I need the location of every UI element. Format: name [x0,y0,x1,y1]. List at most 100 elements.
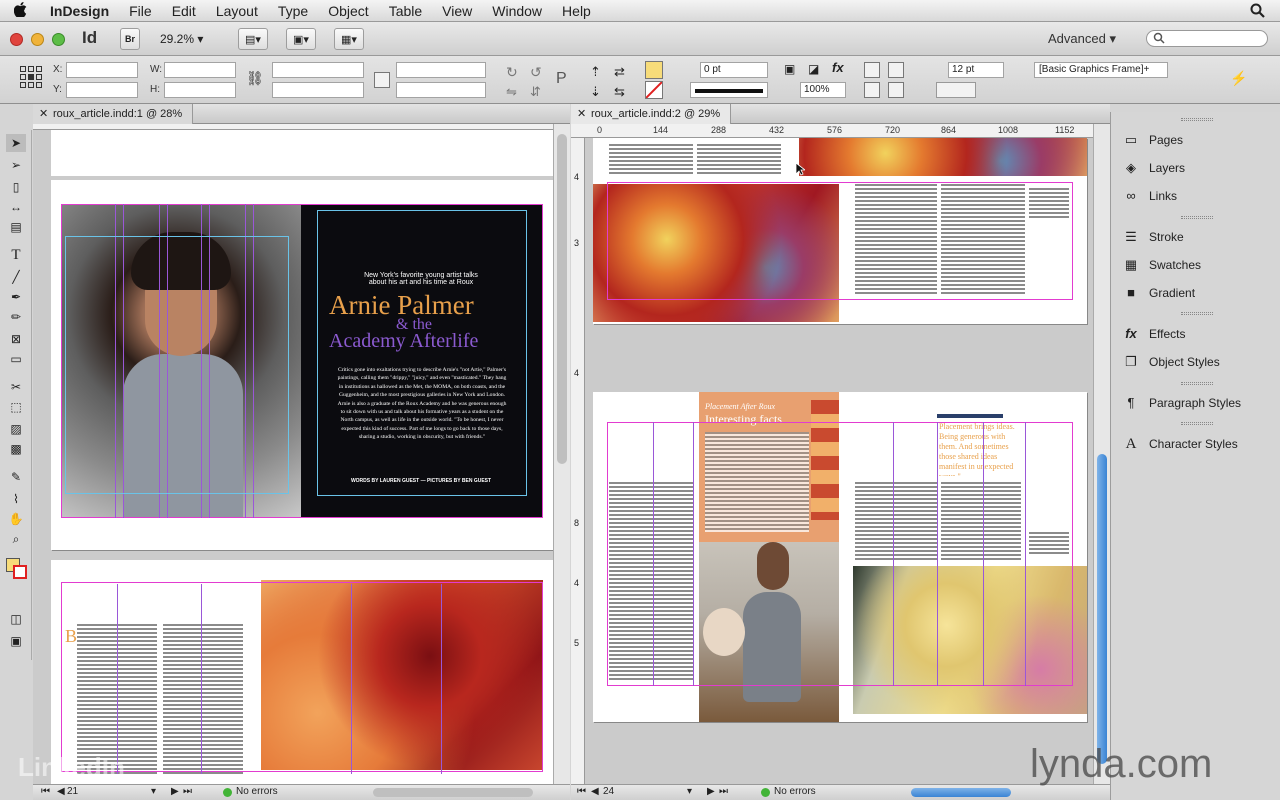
painting-strip[interactable] [799,138,1087,176]
pen-tool-icon[interactable]: ✒ [6,288,26,306]
panel-group-grip[interactable] [1181,216,1213,219]
zoom-tool-icon[interactable]: ⌕ [6,530,26,548]
document-tab-left[interactable]: ✕ roux_article.indd:1 @ 28% [33,104,194,124]
panel-effects[interactable]: fx Effects [1121,323,1185,345]
pasteboard-left[interactable]: New York's favorite young artist talks a… [33,124,553,784]
page-number-field[interactable]: 24 [603,786,614,797]
vertical-scrollbar-left[interactable] [553,124,570,784]
line-tool-icon[interactable]: ╱ [6,268,26,286]
y-position-field[interactable] [66,82,138,98]
text-wrap-jump-icon[interactable] [888,82,904,98]
horizontal-scroll-thumb[interactable] [911,788,1011,797]
panel-layers[interactable]: ◈ Layers [1121,157,1185,179]
rectangle-tool-icon[interactable]: ▭ [6,350,26,368]
page-dropdown-icon[interactable]: ▾ [151,786,156,797]
next-page-icon[interactable]: ▶ [171,786,179,797]
height-field[interactable] [164,82,236,98]
x-position-field[interactable] [66,62,138,78]
page-dropdown-icon[interactable]: ▾ [687,786,692,797]
text-wrap-bbox-icon[interactable] [888,62,904,78]
select-previous-icon[interactable]: ⇄ [614,64,625,80]
type-direction-glyph[interactable]: P [556,70,567,88]
page-spread-1[interactable]: New York's favorite young artist talks a… [51,180,553,550]
scale-x-field[interactable] [272,62,364,78]
gradient-swatch-tool-icon[interactable]: ▨ [6,420,26,438]
panel-stroke[interactable]: ☰ Stroke [1121,226,1184,248]
zoom-level[interactable]: 29.2% ▾ [160,32,203,46]
rotate-cw-icon[interactable]: ↻ [506,64,518,81]
prev-page-icon[interactable]: ◀ [57,786,65,797]
menu-window[interactable]: Window [482,0,552,22]
gutter-field[interactable]: 12 pt [948,62,1004,78]
shadow-icon[interactable]: ◪ [808,62,819,76]
panel-group-grip[interactable] [1181,312,1213,315]
page-spread-4[interactable]: Placement After Roux Interesting facts P… [593,392,1087,722]
page-tool-icon[interactable]: ▯ [6,178,26,196]
object-style-dropdown[interactable]: [Basic Graphics Frame]+ [1034,62,1168,78]
flip-horizontal-icon[interactable]: ⇋ [506,84,517,100]
panel-links[interactable]: ∞ Links [1121,185,1177,207]
reference-point-icon[interactable] [20,66,42,88]
selection-tool-icon[interactable]: ➤ [6,134,26,152]
hand-tool-icon[interactable]: ✋ [6,510,26,528]
horizontal-scroll-thumb[interactable] [373,788,533,797]
page-spread-3[interactable] [593,138,1087,324]
panel-character-styles[interactable]: A Character Styles [1121,433,1238,455]
stroke-color-icon[interactable] [13,565,27,579]
width-field[interactable] [164,62,236,78]
last-page-icon[interactable]: ⏭ [719,786,728,797]
apple-menu-icon[interactable] [0,1,40,20]
rectangle-frame-tool-icon[interactable]: ⊠ [6,330,26,348]
minimize-window-button[interactable] [31,33,44,46]
panel-paragraph-styles[interactable]: ¶ Paragraph Styles [1121,392,1242,414]
first-page-icon[interactable]: ⏮ [41,786,50,797]
panel-pages[interactable]: ▭ Pages [1121,129,1183,151]
panel-group-grip[interactable] [1181,118,1213,121]
free-transform-tool-icon[interactable]: ⬚ [6,398,26,416]
shear-angle-field[interactable] [396,82,486,98]
text-wrap-shape-icon[interactable] [864,82,880,98]
view-options-button[interactable]: ▤▾ [238,28,268,50]
close-window-button[interactable] [10,33,23,46]
constrain-scale-icon[interactable] [374,72,390,88]
menu-layout[interactable]: Layout [206,0,268,22]
scroll-thumb[interactable] [1097,454,1107,764]
panel-object-styles[interactable]: ❐ Object Styles [1121,351,1220,373]
menu-table[interactable]: Table [379,0,432,22]
page-number-field[interactable]: 21 [67,786,78,797]
preflight-status-text[interactable]: No errors [236,786,278,797]
stroke-type-dropdown[interactable] [690,82,768,98]
spotlight-search-icon[interactable] [1250,3,1266,19]
scissors-tool-icon[interactable]: ✂ [6,378,26,396]
corner-options-dropdown[interactable] [936,82,976,98]
menu-edit[interactable]: Edit [162,0,206,22]
rotate-ccw-icon[interactable]: ↺ [530,64,542,81]
opacity-field[interactable]: 100% [800,82,846,98]
formatting-affects-container-icon[interactable]: ◫ [6,610,26,628]
bridge-button[interactable]: Br [120,28,140,50]
gap-tool-icon[interactable]: ↔ [6,198,26,216]
type-tool-icon[interactable]: T [6,246,26,264]
quick-apply-icon[interactable]: ⚡ [1230,70,1247,87]
next-page-icon[interactable]: ▶ [707,786,715,797]
last-page-icon[interactable]: ⏭ [183,786,192,797]
prev-page-icon[interactable]: ◀ [591,786,599,797]
pencil-tool-icon[interactable]: ✏ [6,308,26,326]
menu-type[interactable]: Type [268,0,318,22]
note-tool-icon[interactable]: ✎ [6,468,26,486]
select-content-icon[interactable]: ⇣ [590,84,601,100]
gradient-feather-tool-icon[interactable]: ▩ [6,440,26,458]
drop-shadow-icon[interactable]: ▣ [784,62,795,76]
rotation-angle-field[interactable] [396,62,486,78]
constrain-proportions-icon[interactable]: ⛓ [246,70,264,87]
screen-mode-icon[interactable]: ▣ [6,632,26,650]
panel-swatches[interactable]: ▦ Swatches [1121,254,1201,276]
select-container-icon[interactable]: ⇡ [590,64,601,80]
screen-mode-button[interactable]: ▣▾ [286,28,316,50]
eyedropper-tool-icon[interactable]: ⌇ [6,490,26,508]
direct-selection-tool-icon[interactable]: ➢ [6,156,26,174]
panel-group-grip[interactable] [1181,422,1213,425]
close-tab-icon[interactable]: ✕ [39,104,48,124]
scale-y-field[interactable] [272,82,364,98]
panel-gradient[interactable]: ■ Gradient [1121,282,1195,304]
